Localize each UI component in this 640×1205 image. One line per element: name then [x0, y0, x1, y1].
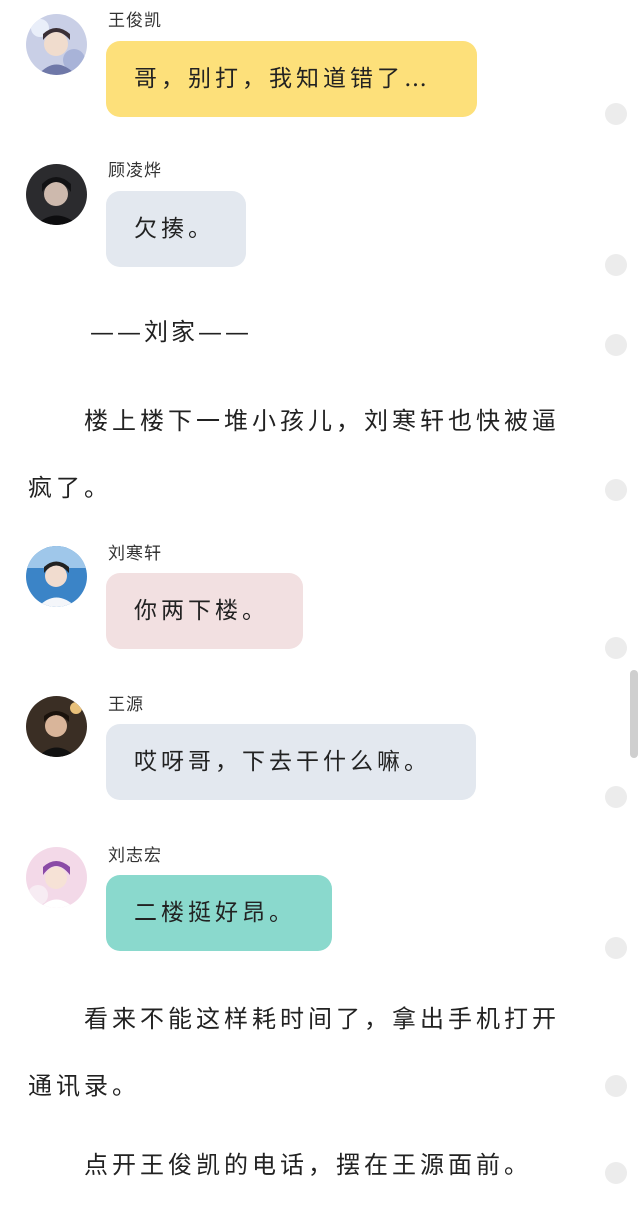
comment-dot[interactable] [605, 254, 627, 276]
comment-dot[interactable] [605, 937, 627, 959]
avatar[interactable] [26, 546, 87, 607]
sender-name: 刘志宏 [108, 846, 162, 866]
avatar[interactable] [26, 847, 87, 908]
avatar[interactable] [26, 14, 87, 75]
narrative-paragraph: 看来不能这样耗时间了，拿出手机打开通讯录。 [28, 1005, 560, 1100]
message-bubble[interactable]: 哥，别打，我知道错了… [106, 41, 477, 117]
sender-name: 王俊凯 [108, 11, 162, 31]
sender-name: 顾凌烨 [108, 161, 162, 181]
scrollbar-thumb[interactable] [630, 670, 638, 758]
comment-dot[interactable] [605, 1162, 627, 1184]
sender-name: 王源 [108, 695, 144, 715]
comment-dot[interactable] [605, 103, 627, 125]
message-bubble[interactable]: 哎呀哥，下去干什么嘛。 [106, 724, 476, 800]
comment-dot[interactable] [605, 334, 627, 356]
comment-dot[interactable] [605, 786, 627, 808]
avatar[interactable] [26, 164, 87, 225]
narrative-paragraph: 点开王俊凯的电话，摆在王源面前。 [84, 1151, 532, 1179]
message-bubble[interactable]: 欠揍。 [106, 191, 246, 267]
comment-dot[interactable] [605, 637, 627, 659]
message-bubble[interactable]: 你两下楼。 [106, 573, 303, 649]
sender-name: 刘寒轩 [108, 544, 162, 564]
avatar[interactable] [26, 696, 87, 757]
narrative-paragraph: 楼上楼下一堆小孩儿，刘寒轩也快被逼疯了。 [28, 407, 560, 502]
message-bubble[interactable]: 二楼挺好昂。 [106, 875, 332, 951]
comment-dot[interactable] [605, 479, 627, 501]
section-divider: ——刘家—— [90, 318, 252, 346]
comment-dot[interactable] [605, 1075, 627, 1097]
